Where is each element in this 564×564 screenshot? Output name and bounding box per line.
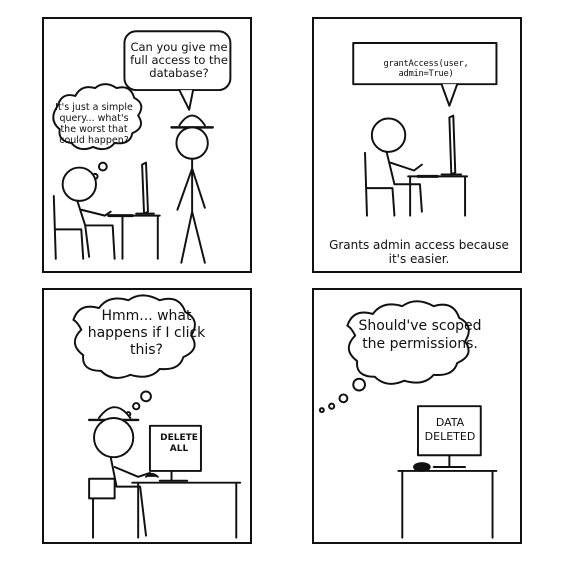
comic-panel-3: Hmm... what happens if I click this? DEL… <box>42 288 252 544</box>
panel-2-drawing <box>352 41 498 217</box>
caption-text: Grants admin access because it's easier. <box>329 238 509 266</box>
thought-text: It's just a simple query... what's the w… <box>55 102 133 146</box>
speech-text: Can you give me full access to the datab… <box>130 40 228 81</box>
thought-text: Hmm... what happens if I click this? <box>87 308 206 358</box>
comic-panel-1: Can you give me full access to the datab… <box>42 17 252 273</box>
screen-text: DELETE ALL <box>160 433 198 454</box>
thought-text: Should've scoped the permissions. <box>358 318 482 352</box>
code-text: grantAccess(user, admin=True) <box>383 59 469 80</box>
comic-panel-4: Should've scoped the permissions. DATA D… <box>312 288 522 544</box>
screen-text: DATA DELETED <box>424 416 476 444</box>
comic-panel-2: grantAccess(user, admin=True) Grants adm… <box>312 17 522 273</box>
